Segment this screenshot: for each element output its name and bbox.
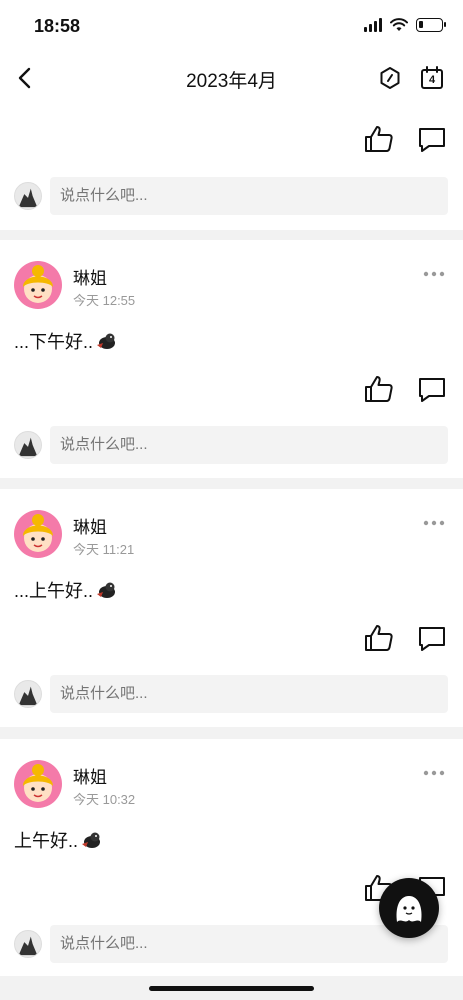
author-avatar[interactable] [14,510,62,558]
post-card: 琳姐 今天 12:55 ...下午好.. [0,240,463,478]
comment-input[interactable] [50,426,448,464]
more-icon[interactable] [423,769,445,777]
my-avatar [14,680,42,708]
author-avatar[interactable] [14,261,62,309]
nav-bar: 2023年4月 4 [0,52,463,104]
post-text-content: ...上午好.. [14,581,94,601]
author-name[interactable]: 琳姐 [73,264,107,289]
post-text: ...上午好.. [14,577,117,603]
bird-emoji-icon [97,582,116,598]
post-text: ...下午好.. [14,328,117,354]
author-name[interactable]: 琳姐 [73,763,107,788]
post-card: 琳姐 今天 10:32 上午好.. [0,739,463,976]
nav-actions: 4 [377,64,445,92]
wifi-icon [390,18,408,31]
floating-assistant-button[interactable] [379,878,439,938]
comment-input[interactable] [50,675,448,713]
my-avatar [14,930,42,958]
like-icon[interactable] [363,373,395,405]
hexagon-icon[interactable] [377,64,403,92]
post-text-content: 上午好.. [14,831,79,851]
post-time: 今天 12:55 [73,293,136,308]
author-avatar[interactable] [14,760,62,808]
post-time: 今天 11:21 [73,542,135,557]
my-avatar [14,431,42,459]
comment-icon[interactable] [417,624,447,654]
home-indicator [149,986,314,991]
calendar-day: 4 [428,74,436,86]
more-icon[interactable] [423,270,445,278]
ghost-icon [396,896,422,922]
battery-icon [416,18,446,32]
comment-icon[interactable] [417,125,447,155]
more-icon[interactable] [423,519,445,527]
status-icons [364,18,446,32]
post-text-content: ...下午好.. [14,332,94,352]
post-card: 琳姐 今天 11:21 ...上午好.. [0,489,463,727]
calendar-icon[interactable]: 4 [419,64,445,92]
status-time: 18:58 [34,16,81,36]
bird-emoji-icon [82,832,101,848]
like-icon[interactable] [363,622,395,654]
post-text: 上午好.. [14,827,102,853]
post-card-partial [0,104,463,230]
comment-input[interactable] [50,177,448,215]
status-bar: 18:58 [0,0,463,52]
bird-emoji-icon [97,333,116,349]
signal-icon [364,18,382,32]
post-time: 今天 10:32 [73,792,136,807]
author-name[interactable]: 琳姐 [73,513,107,538]
like-icon[interactable] [363,123,395,155]
my-avatar [14,182,42,210]
comment-icon[interactable] [417,375,447,405]
